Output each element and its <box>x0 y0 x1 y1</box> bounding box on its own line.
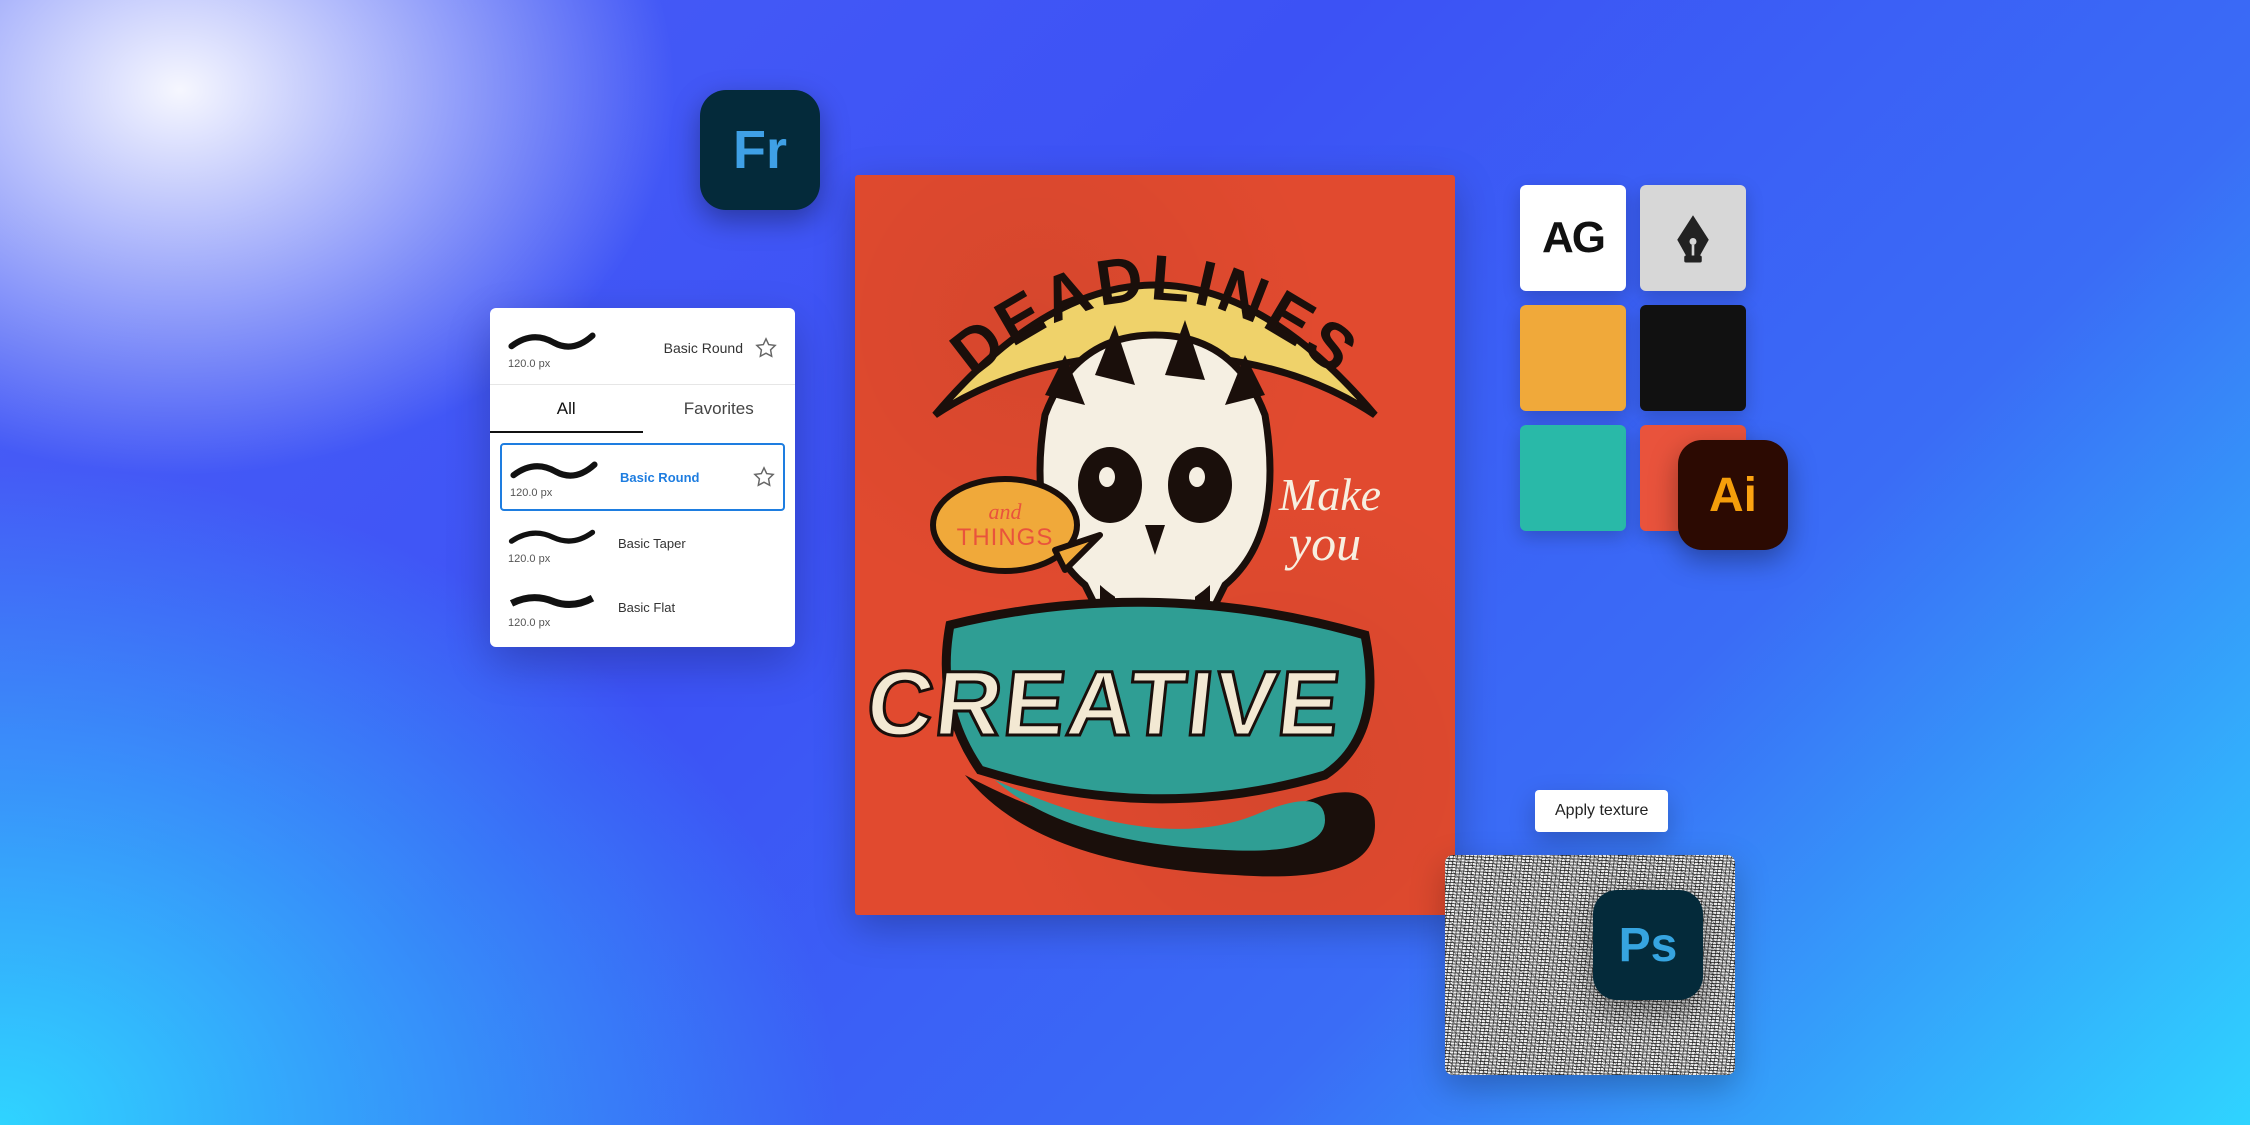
poster-script-make: Make <box>1278 469 1381 520</box>
adobe-photoshop-icon: Ps <box>1593 890 1703 1000</box>
brush-header-name: Basic Round <box>664 340 743 356</box>
brush-stroke-preview <box>508 326 596 354</box>
brush-size-label: 120.0 px <box>508 553 604 565</box>
color-swatch-black[interactable] <box>1640 305 1746 411</box>
brush-name-label: Basic Taper <box>618 536 686 551</box>
adobe-fresco-icon: Fr <box>700 90 820 210</box>
fresco-letter-f: F <box>733 119 766 181</box>
brush-size-label: 120.0 px <box>508 617 604 629</box>
color-swatch-orange[interactable] <box>1520 305 1626 411</box>
brush-header: 120.0 px Basic Round <box>490 308 795 385</box>
tab-favorites[interactable]: Favorites <box>643 385 796 433</box>
poster-word-creative: CREATIVE <box>862 651 1347 755</box>
poster-script-you: you <box>1284 515 1361 571</box>
color-swatch-teal[interactable] <box>1520 425 1626 531</box>
illustrator-letter-i: i <box>1744 468 1757 523</box>
brush-name-label: Basic Round <box>620 470 699 485</box>
adobe-illustrator-icon: Ai <box>1678 440 1788 550</box>
poster-bubble-and: and <box>989 499 1023 524</box>
pen-tool-tile[interactable] <box>1640 185 1746 291</box>
brush-panel: 120.0 px Basic Round All Favorites 120.0… <box>490 308 795 647</box>
tab-all[interactable]: All <box>490 385 643 433</box>
photoshop-letter-s: s <box>1651 918 1678 973</box>
poster-artwork: DEADLINES <box>855 175 1455 915</box>
brush-size-label: 120.0 px <box>510 487 606 499</box>
brush-tabs: All Favorites <box>490 385 795 433</box>
type-sample-label: AG <box>1542 213 1604 263</box>
photoshop-letter-p: P <box>1619 918 1651 973</box>
star-icon[interactable] <box>753 466 775 488</box>
brush-header-size: 120.0 px <box>508 358 604 370</box>
brush-row-basic-round[interactable]: 120.0 px Basic Round <box>500 443 785 511</box>
star-icon[interactable] <box>755 337 777 359</box>
type-tool-tile[interactable]: AG <box>1520 185 1626 291</box>
brush-row-basic-flat[interactable]: 120.0 px Basic Flat <box>500 575 785 639</box>
brush-name-label: Basic Flat <box>618 600 675 615</box>
pen-nib-icon <box>1665 210 1721 266</box>
illustrator-letter-a: A <box>1709 468 1744 523</box>
apply-texture-button[interactable]: Apply texture <box>1535 790 1668 832</box>
fresco-letter-r: r <box>766 119 787 181</box>
poster-bubble-things: THINGS <box>957 524 1054 551</box>
brush-row-basic-taper[interactable]: 120.0 px Basic Taper <box>500 511 785 575</box>
brush-list: 120.0 px Basic Round 120.0 px Basic Tape… <box>490 433 795 639</box>
